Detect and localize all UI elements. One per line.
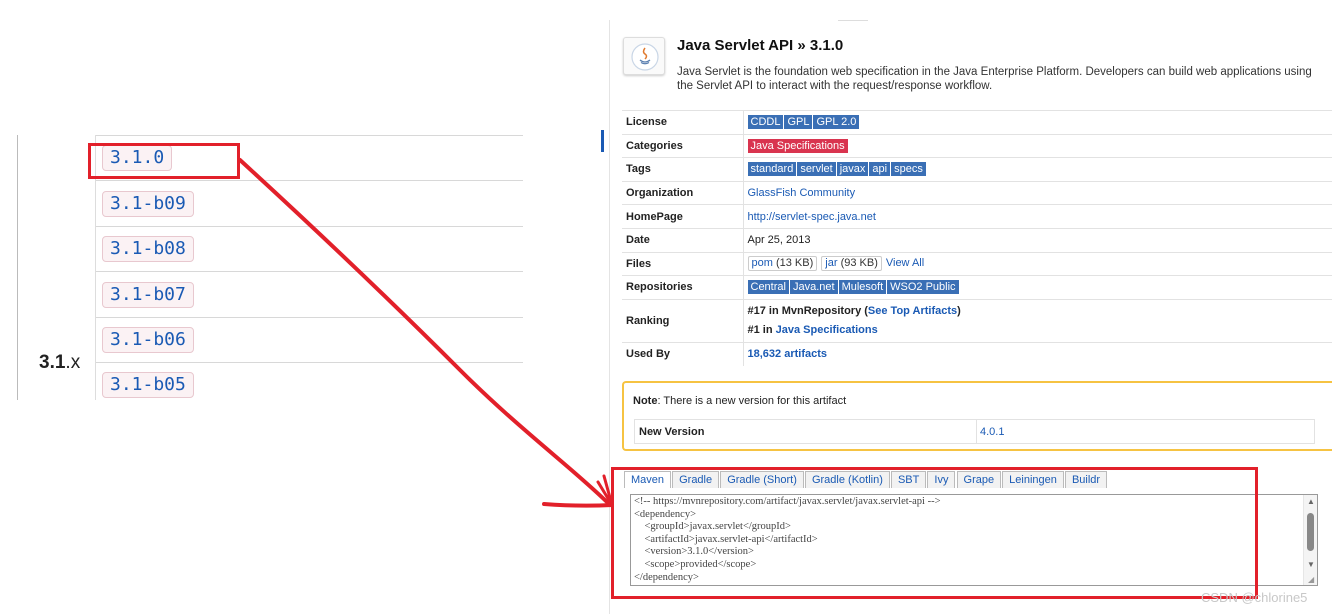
watermark: CSDN @chlorine5 — [1201, 590, 1308, 605]
annotation-arrow — [238, 158, 614, 508]
